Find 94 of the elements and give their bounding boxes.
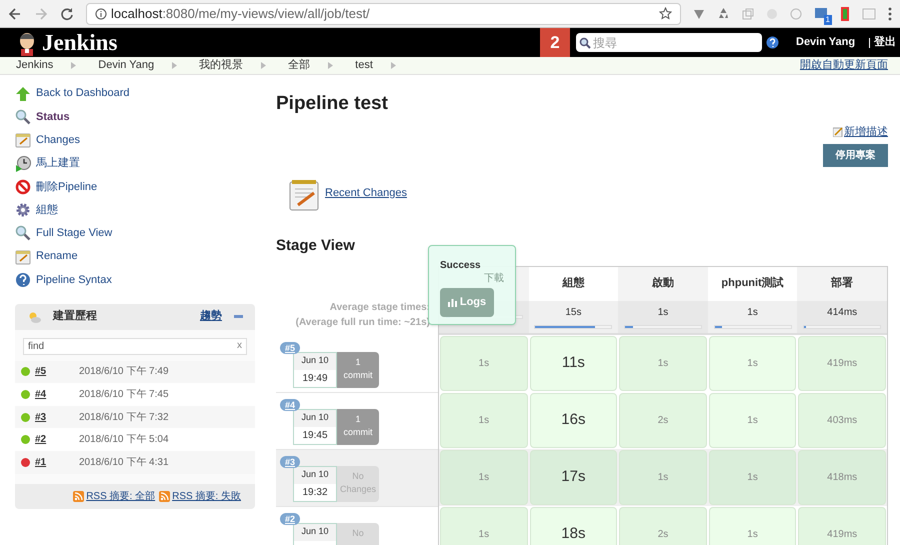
run-date: Jun 10 <box>294 352 336 370</box>
url-text: localhost:8080/me/my-views/view/all/job/test/ <box>111 4 370 23</box>
search-icon <box>579 37 591 49</box>
section-title: Stage View <box>276 236 356 256</box>
auto-refresh-link[interactable]: 開啟自動更新頁面 <box>800 57 888 74</box>
stage-header: 啟動 <box>618 266 708 300</box>
run-time: 19:49 <box>301 372 329 386</box>
sidebar-link[interactable]: Pipeline Syntax <box>36 272 112 288</box>
search-field[interactable]: 搜尋 <box>576 33 762 52</box>
collapse-icon[interactable] <box>234 314 243 319</box>
build-link[interactable]: #3 <box>35 410 79 425</box>
recycle-icon[interactable] <box>717 7 730 20</box>
gear-icon <box>15 202 31 218</box>
notepad-icon <box>288 179 320 211</box>
page-title: Pipeline test <box>276 92 389 116</box>
build-time: 2018/6/10 下午 7:45 <box>79 388 169 402</box>
average-times-label: Average stage times: <box>330 300 430 314</box>
rss-link[interactable]: RSS 摘要: 全部 <box>86 488 156 504</box>
rss-icon <box>159 490 170 502</box>
average-time: 1s <box>747 306 758 320</box>
build-link[interactable]: #4 <box>35 387 79 402</box>
rss-icon <box>73 490 84 502</box>
sidebar-link[interactable]: Full Stage View <box>36 225 112 242</box>
breadcrumb-link[interactable]: 我的視景 <box>199 57 244 74</box>
caret-icon <box>71 62 76 69</box>
address-bar[interactable]: localhost:8080/me/my-views/view/all/job/test/ <box>86 2 681 24</box>
average-time: 15s <box>565 306 582 320</box>
info-icon <box>95 8 107 20</box>
breadcrumb-link[interactable]: 全部 <box>288 57 310 74</box>
help-icon[interactable] <box>766 36 779 49</box>
caret-icon <box>328 62 334 69</box>
funnel-icon[interactable] <box>693 8 705 20</box>
bar-chart-icon <box>448 298 457 307</box>
build-time: 2018/6/10 下午 7:32 <box>79 410 169 425</box>
up-arrow-icon <box>15 86 31 102</box>
build-time: 2018/6/10 下午 4:31 <box>79 456 169 470</box>
notepad-icon <box>15 132 31 148</box>
breadcrumb-link[interactable]: test <box>355 57 373 74</box>
sidebar-link[interactable]: 馬上建置 <box>36 155 80 172</box>
clock-icon <box>15 156 31 172</box>
disable-project-button[interactable]: 停用專案 <box>823 144 888 167</box>
prohibited-icon <box>15 178 31 195</box>
rss-link[interactable]: RSS 摘要: 失敗 <box>172 488 241 504</box>
caret-icon <box>390 62 396 69</box>
extension-badge: 1 <box>824 14 832 24</box>
app-title: Jenkins <box>42 31 118 54</box>
breadcrumb-link[interactable]: Devin Yang <box>98 57 154 74</box>
average-time: 1s <box>658 306 668 320</box>
stage-header: 下載 <box>484 273 504 285</box>
star-icon[interactable] <box>659 7 672 20</box>
build-link[interactable]: #5 <box>35 364 79 380</box>
stage-duration-cell[interactable]: 17s <box>530 450 618 504</box>
magnifier-icon <box>15 225 31 242</box>
run-time: 19:45 <box>301 428 329 442</box>
edit-icon <box>833 126 843 137</box>
sidebar-link[interactable]: 組態 <box>36 202 58 218</box>
weather-icon <box>27 310 41 324</box>
stage-header: 部署 <box>797 266 887 300</box>
build-time: 2018/6/10 下午 5:04 <box>79 433 169 448</box>
stage-duration-cell[interactable]: 16s <box>530 392 618 448</box>
sidebar-link[interactable]: Back to Dashboard <box>36 85 130 102</box>
user-link[interactable]: Devin Yang <box>796 34 856 51</box>
add-description-link[interactable]: 新增描述 <box>844 124 888 140</box>
magnifier-icon <box>15 108 31 125</box>
logout-link[interactable]: 登出 <box>874 34 896 51</box>
trend-link[interactable]: 趨勢 <box>200 308 222 325</box>
bookmark-icon[interactable] <box>840 6 850 20</box>
build-link[interactable]: #2 <box>35 432 79 448</box>
breadcrumb-link[interactable]: Jenkins <box>16 57 54 74</box>
clear-filter-button[interactable]: x <box>237 340 242 352</box>
help-icon <box>15 272 31 288</box>
recent-changes-link[interactable]: Recent Changes <box>325 184 407 201</box>
caret-icon <box>172 62 178 69</box>
run-date: Jun 10 <box>294 524 336 540</box>
more-icon[interactable] <box>888 6 892 20</box>
run-date: Jun 10 <box>294 410 336 426</box>
sidebar-link[interactable]: Changes <box>36 132 80 148</box>
stage-duration-cell[interactable]: 18s <box>530 506 618 545</box>
caret-icon <box>261 62 266 69</box>
run-time: 19:32 <box>301 486 329 500</box>
status-label: Success <box>440 259 482 273</box>
build-link[interactable]: #1 <box>35 454 79 470</box>
sidebar-link[interactable]: Status <box>36 108 70 126</box>
average-time: 414ms <box>827 306 858 320</box>
sidebar-link[interactable]: Rename <box>36 248 78 265</box>
reload-icon[interactable] <box>60 6 74 20</box>
build-time: 2018/6/10 下午 7:49 <box>79 365 169 380</box>
panel-title: 建置歷程 <box>53 308 98 324</box>
back-icon[interactable] <box>8 6 22 20</box>
notepad-icon <box>15 248 31 265</box>
stage-duration-cell[interactable]: 11s <box>530 336 618 390</box>
notification-count[interactable]: 2 <box>540 28 570 57</box>
sidebar-link[interactable]: 刪除Pipeline <box>36 178 98 196</box>
run-date: Jun 10 <box>294 466 336 484</box>
